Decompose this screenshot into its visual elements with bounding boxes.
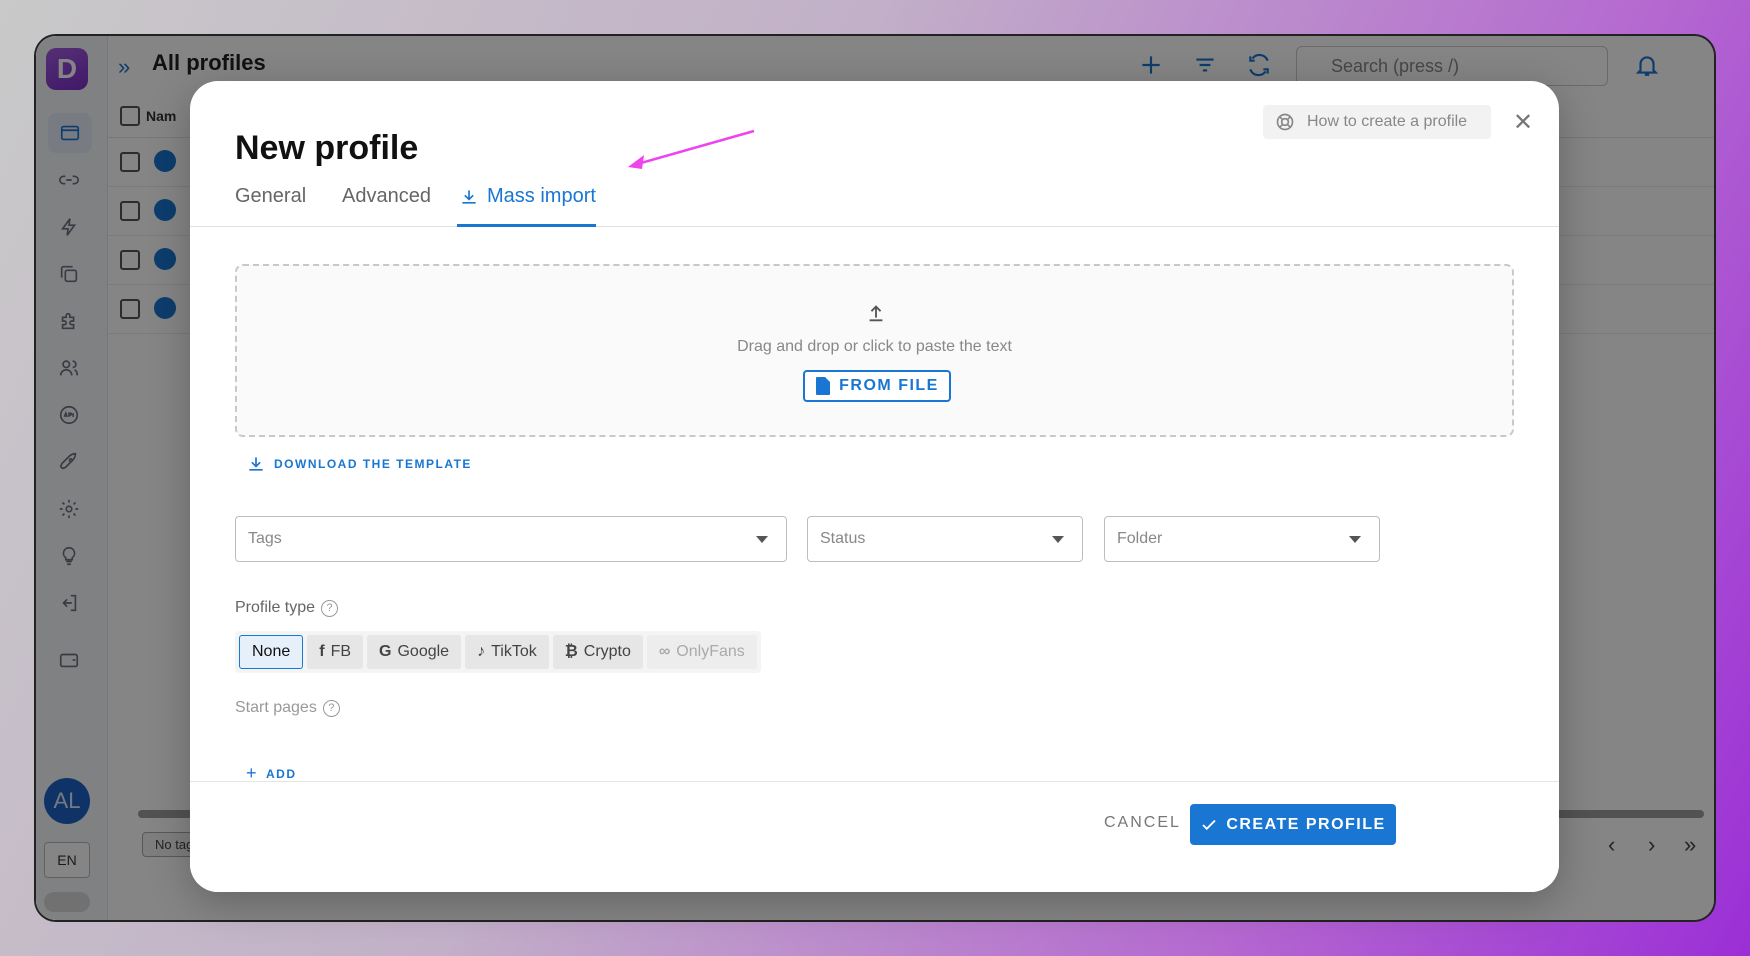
lifebuoy-icon [1276,113,1294,131]
file-icon [816,377,831,395]
dialog-footer: CANCEL CREATE PROFILE [190,781,1559,892]
chip-label: Crypto [583,643,631,660]
annotation-arrow [628,129,755,169]
profile-type-tiktok[interactable]: ♪ TikTok [465,635,549,669]
facebook-icon: f [319,643,325,660]
profile-type-selector: None f FB G Google ♪ TikTok ₿ Crypto ∞ O… [235,631,761,673]
tab-mass-import-label: Mass import [487,185,596,207]
from-file-button[interactable]: FROM FILE [803,370,951,402]
how-to-create-profile-button[interactable]: How to create a profile [1263,105,1491,139]
help-icon[interactable]: ? [322,699,340,717]
new-profile-dialog: How to create a profile ✕ New profile Ge… [190,81,1559,892]
add-label: ADD [266,766,297,781]
chip-label: Google [397,643,450,660]
profile-type-none[interactable]: None [239,635,304,669]
create-profile-button[interactable]: CREATE PROFILE [1190,804,1396,845]
create-profile-label: CREATE PROFILE [1226,815,1386,833]
tags-select[interactable]: Tags [235,516,787,562]
google-icon: G [379,643,392,660]
start-pages-label: Start pages ? [235,699,340,717]
download-template-button[interactable]: DOWNLOAD THE TEMPLATE [246,454,472,474]
download-icon [249,457,263,471]
cancel-button[interactable]: CANCEL [1104,814,1181,832]
chip-label: None [252,643,291,660]
profile-type-fb[interactable]: f FB [307,635,364,669]
start-pages-text: Start pages [235,699,317,716]
profile-type-crypto[interactable]: ₿ Crypto [552,635,643,669]
chip-label: OnlyFans [676,643,745,660]
help-icon[interactable]: ? [321,599,339,617]
folder-select[interactable]: Folder [1104,516,1380,562]
profile-type-label: Profile type ? [235,599,339,617]
download-template-label: DOWNLOAD THE TEMPLATE [274,457,472,471]
dialog-tabs: General Advanced Mass import [190,179,1559,227]
profile-type-onlyfans[interactable]: ∞ OnlyFans [646,635,757,669]
tab-advanced[interactable]: Advanced [342,185,431,227]
tab-mass-import[interactable]: Mass import [457,185,596,227]
chip-label: FB [330,643,352,660]
chevron-down-icon [1349,536,1361,543]
bitcoin-icon: ₿ [564,643,578,660]
close-icon[interactable]: ✕ [1508,107,1538,137]
profile-type-text: Profile type [235,599,316,616]
status-select-label: Status [820,530,866,547]
download-icon [462,190,476,204]
folder-select-label: Folder [1117,530,1163,547]
dialog-title: New profile [235,129,419,167]
status-select[interactable]: Status [807,516,1083,562]
chevron-down-icon [1052,536,1064,543]
tiktok-icon: ♪ [477,643,486,660]
dropzone-text: Drag and drop or click to paste the text [737,338,1012,355]
onlyfans-icon: ∞ [658,643,671,660]
profile-type-google[interactable]: G Google [367,635,462,669]
chip-label: TikTok [491,643,537,660]
help-button-label: How to create a profile [1307,113,1468,130]
paste-dropzone[interactable]: Drag and drop or click to paste the text… [235,264,1514,437]
tags-select-label: Tags [248,530,282,547]
from-file-label: FROM FILE [839,377,939,394]
tab-general[interactable]: General [235,185,306,227]
check-icon [1202,819,1216,830]
upload-icon [865,302,887,324]
chevron-down-icon [756,536,768,543]
